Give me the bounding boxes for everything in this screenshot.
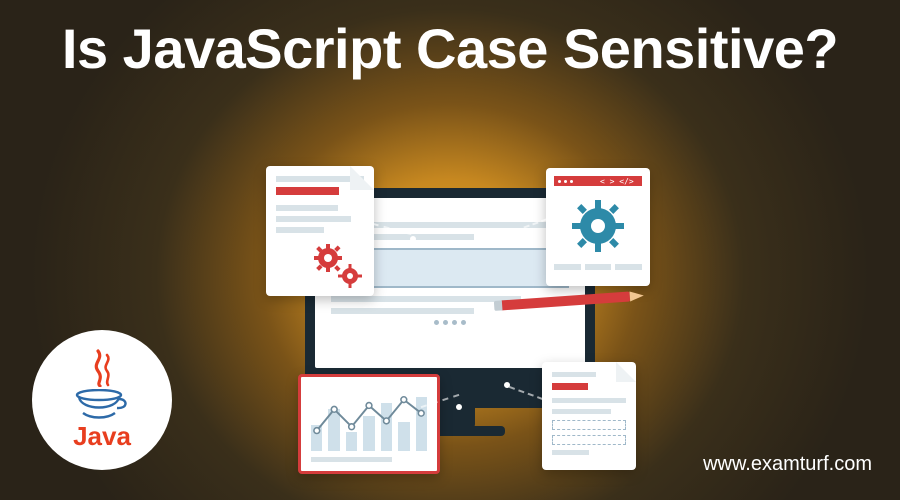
java-logo-text: Java xyxy=(73,421,131,452)
line-chart-icon xyxy=(311,387,427,451)
gear-icon xyxy=(568,196,628,256)
java-logo: Java xyxy=(32,330,172,470)
code-brackets-icon: < > </> xyxy=(554,176,642,186)
java-steam-icon xyxy=(82,349,122,387)
code-gear-card: < > </> xyxy=(546,168,650,286)
document-card xyxy=(542,362,636,470)
watermark-url: www.examturf.com xyxy=(703,453,872,476)
svg-text:< > </>: < > </> xyxy=(600,177,634,185)
page-title: Is JavaScript Case Sensitive? xyxy=(0,18,900,80)
hero-illustration: < > </> xyxy=(240,168,660,468)
document-gears-card xyxy=(266,166,374,296)
gears-icon xyxy=(310,242,366,290)
java-cup-icon xyxy=(73,389,131,419)
analytics-chart-card xyxy=(298,374,440,474)
